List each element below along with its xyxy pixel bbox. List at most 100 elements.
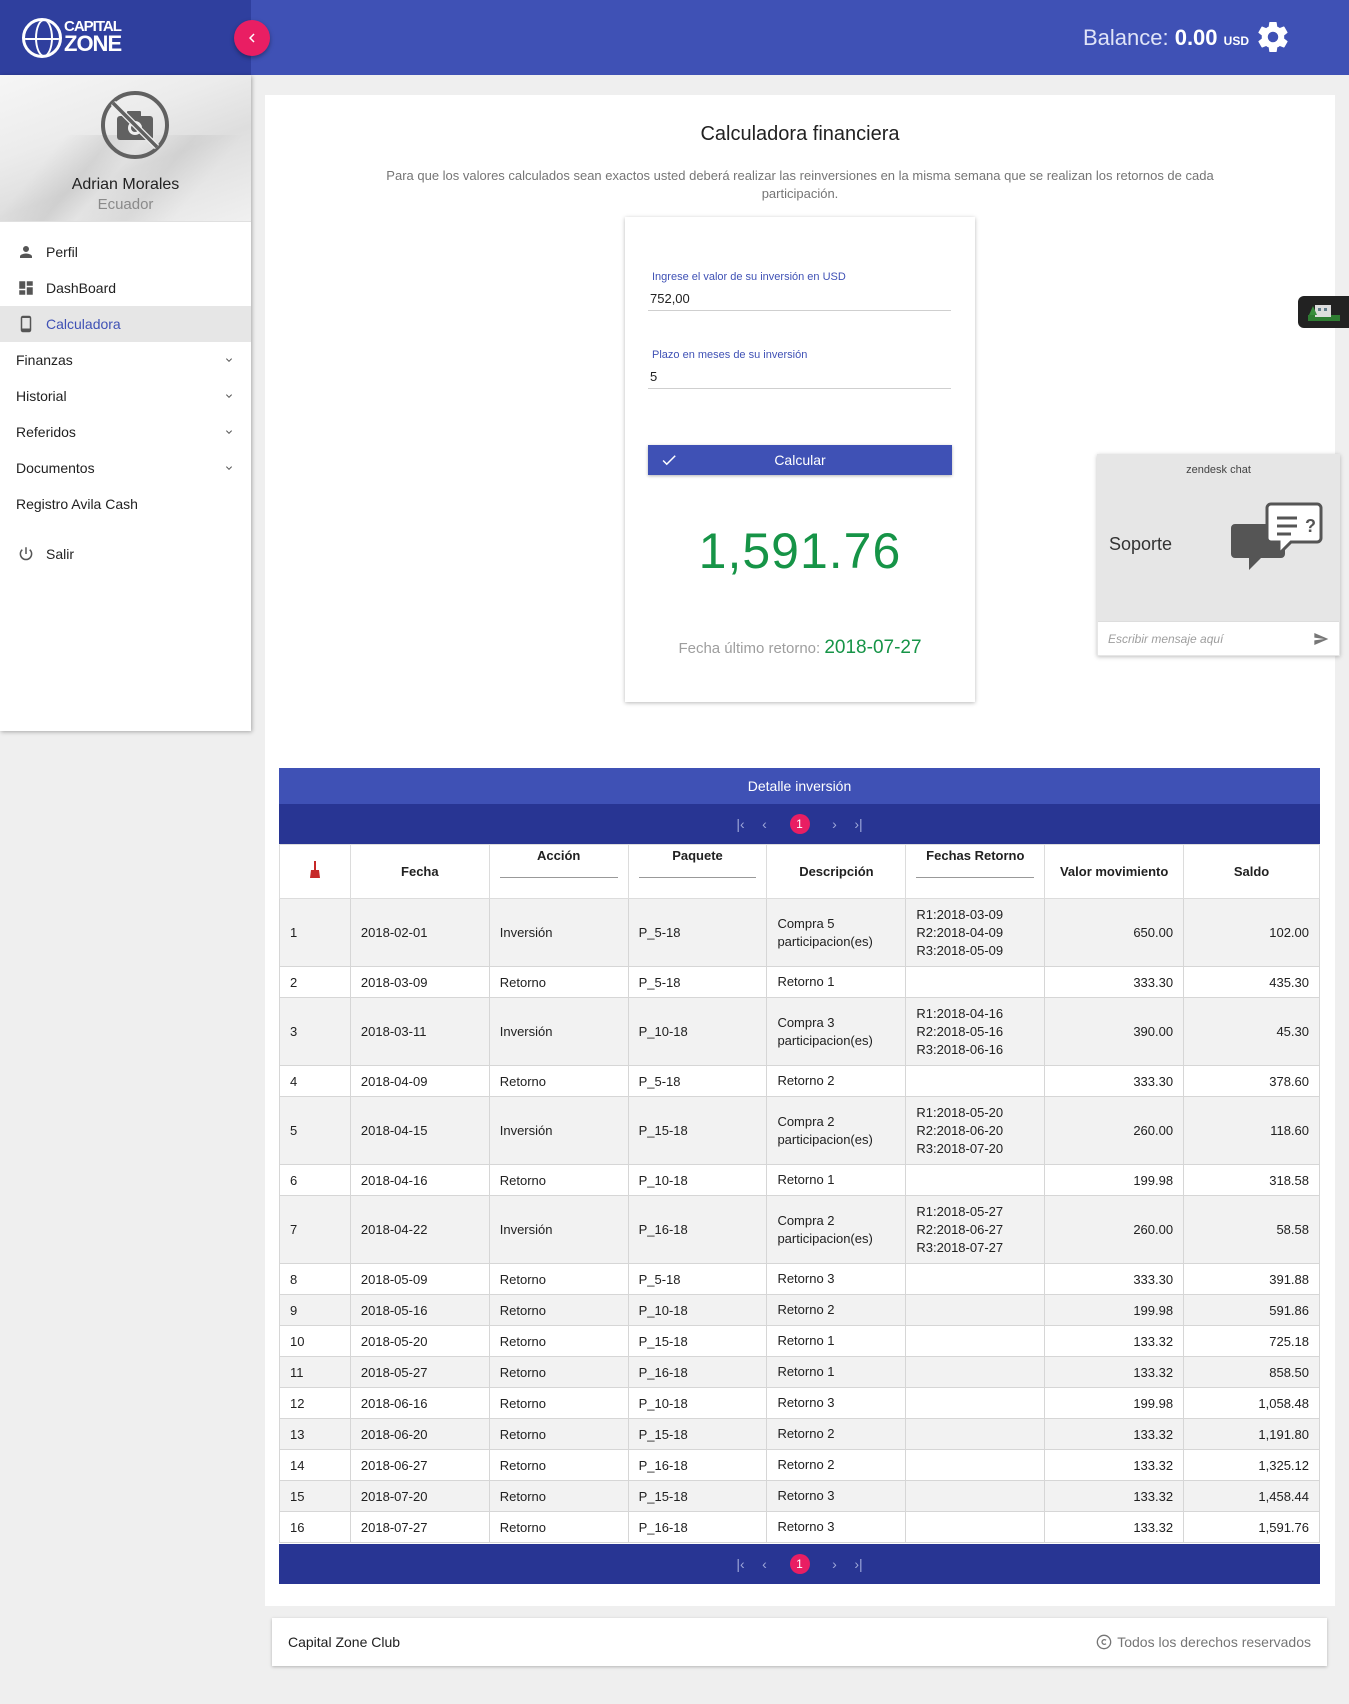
last-return-date: 2018-07-27 — [824, 637, 922, 658]
cell-accion: Inversión — [488, 1096, 629, 1165]
first-page-icon[interactable]: |‹ — [734, 1556, 748, 1572]
cell-fechas-retorno — [905, 1164, 1046, 1196]
cell-accion: Inversión — [488, 1195, 629, 1264]
row-number: 14 — [279, 1449, 351, 1481]
cell-paquete: P_10-18 — [627, 997, 768, 1066]
row-number: 7 — [279, 1195, 351, 1264]
sidebar: Adrian Morales Ecuador Perfil DashBoard … — [0, 75, 251, 731]
cell-descripcion: Retorno 3 — [766, 1263, 907, 1295]
nav-label-salir: Salir — [46, 546, 75, 562]
cell-fechas-retorno — [905, 1294, 1046, 1326]
calculator-note: Para que los valores calculados sean exa… — [386, 168, 1214, 201]
row-number: 8 — [279, 1263, 351, 1295]
term-input[interactable]: 5 — [648, 369, 951, 389]
nav-item-calculadora[interactable]: Calculadora — [0, 306, 251, 342]
cell-saldo: 1,458.44 — [1183, 1480, 1320, 1512]
cell-paquete: P_15-18 — [627, 1418, 768, 1450]
cell-accion: Retorno — [488, 1325, 629, 1357]
chat-input-placeholder: Escribir mensaje aquí — [1108, 632, 1224, 646]
cell-accion: Retorno — [488, 1511, 629, 1543]
table-row: 4 2018-04-09 Retorno P_5-18 Retorno 2 333.30 3… — [279, 1065, 1320, 1097]
cell-saldo: 1,591.76 — [1183, 1511, 1320, 1543]
table-row: 9 2018-05-16 Retorno P_10-18 Retorno 2 199.98… — [279, 1294, 1320, 1326]
investment-field[interactable]: Ingrese el valor de su inversión en USD … — [648, 271, 951, 311]
cell-fecha: 2018-05-20 — [349, 1325, 490, 1357]
investment-input[interactable]: 752,00 — [648, 291, 951, 311]
last-page-icon[interactable]: ›| — [852, 1556, 866, 1572]
current-page[interactable]: 1 — [789, 1554, 810, 1574]
cell-fecha: 2018-04-15 — [349, 1096, 490, 1165]
cell-fechas-retorno — [905, 1356, 1046, 1388]
nav-item-dashboard[interactable]: DashBoard — [0, 270, 251, 306]
cell-paquete: P_15-18 — [627, 1096, 768, 1165]
cell-fechas-retorno: R1:2018-04-16 R2:2018-05-16 R3:2018-06-1… — [905, 997, 1046, 1066]
nav-item-documentos[interactable]: Documentos — [0, 450, 251, 486]
nav-item-referidos[interactable]: Referidos — [0, 414, 251, 450]
chat-message-input[interactable]: Escribir mensaje aquí — [1098, 621, 1339, 655]
top-app-bar: CAPITAL ZONE Balance: 0.00 USD — [0, 0, 1349, 75]
logo-line2: ZONE — [64, 31, 122, 57]
table-row: 10 2018-05-20 Retorno P_15-18 Retorno 1 133.3… — [279, 1325, 1320, 1357]
nav-item-finanzas[interactable]: Finanzas — [0, 342, 251, 378]
nav-item-registro-avila-cash[interactable]: Registro Avila Cash — [0, 486, 251, 522]
nav-label-calculadora: Calculadora — [46, 316, 121, 332]
header-valor-movimiento[interactable]: Valor movimiento — [1044, 844, 1185, 899]
cell-saldo: 378.60 — [1183, 1065, 1320, 1097]
term-field[interactable]: Plazo en meses de su inversión 5 — [648, 349, 951, 389]
header-fecha[interactable]: Fecha — [349, 844, 490, 899]
nav-item-salir[interactable]: Salir — [0, 536, 251, 572]
send-icon[interactable] — [1313, 631, 1329, 647]
row-number: 12 — [279, 1387, 351, 1419]
collapse-sidebar-button[interactable] — [234, 20, 270, 56]
gear-icon[interactable] — [1255, 19, 1291, 55]
chat-brand: zendesk chat — [1186, 464, 1251, 476]
table-row: 13 2018-06-20 Retorno P_15-18 Retorno 2 133.3… — [279, 1418, 1320, 1450]
header-paquete[interactable]: Paquete — [627, 844, 768, 899]
chevron-down-icon — [226, 394, 232, 398]
chevron-down-icon — [226, 430, 232, 434]
cell-valor-movimiento: 333.30 — [1044, 966, 1185, 998]
cell-valor-movimiento: 333.30 — [1044, 1263, 1185, 1295]
row-number: 13 — [279, 1418, 351, 1450]
row-number: 16 — [279, 1511, 351, 1543]
cell-fechas-retorno — [905, 1511, 1046, 1543]
first-page-icon[interactable]: |‹ — [734, 816, 748, 832]
logo[interactable]: CAPITAL ZONE — [0, 0, 251, 75]
row-number: 9 — [279, 1294, 351, 1326]
nav-label-referidos: Referidos — [16, 424, 76, 440]
nav-item-perfil[interactable]: Perfil — [0, 234, 251, 270]
cell-valor-movimiento: 133.32 — [1044, 1449, 1185, 1481]
no-camera-icon[interactable] — [100, 90, 170, 160]
side-widget-tab[interactable] — [1298, 296, 1349, 328]
next-page-icon[interactable]: › — [828, 1556, 842, 1572]
header-fechas-retorno[interactable]: Fechas Retorno — [905, 844, 1046, 899]
next-page-icon[interactable]: › — [828, 816, 842, 832]
header-descripcion[interactable]: Descripción — [766, 844, 907, 899]
broom-icon[interactable] — [309, 861, 321, 879]
row-number: 6 — [279, 1164, 351, 1196]
last-page-icon[interactable]: ›| — [852, 816, 866, 832]
row-number: 5 — [279, 1096, 351, 1165]
current-page[interactable]: 1 — [789, 814, 810, 834]
clear-filter-header[interactable] — [279, 844, 351, 899]
cell-fechas-retorno: R1:2018-05-27 R2:2018-06-27 R3:2018-07-2… — [905, 1195, 1046, 1264]
cell-fecha: 2018-05-16 — [349, 1294, 490, 1326]
cell-fecha: 2018-03-11 — [349, 997, 490, 1066]
cell-saldo: 102.00 — [1183, 898, 1320, 967]
cell-descripcion: Retorno 2 — [766, 1449, 907, 1481]
cell-descripcion: Retorno 2 — [766, 1294, 907, 1326]
nav-item-historial[interactable]: Historial — [0, 378, 251, 414]
header-accion[interactable]: Acción — [488, 844, 629, 899]
chat-title: Soporte — [1109, 534, 1173, 554]
calculate-button[interactable]: Calcular — [648, 445, 952, 475]
table-row: 8 2018-05-09 Retorno P_5-18 Retorno 3 333.30 3… — [279, 1263, 1320, 1295]
cell-valor-movimiento: 133.32 — [1044, 1325, 1185, 1357]
cell-paquete: P_10-18 — [627, 1164, 768, 1196]
table-row: 3 2018-03-11 Inversión P_10-18 Compra 3 part… — [279, 997, 1320, 1066]
cell-accion: Retorno — [488, 1480, 629, 1512]
prev-page-icon[interactable]: ‹ — [758, 1556, 772, 1572]
prev-page-icon[interactable]: ‹ — [758, 816, 772, 832]
nav-label-documentos: Documentos — [16, 460, 95, 476]
header-saldo[interactable]: Saldo — [1183, 844, 1320, 899]
cell-accion: Retorno — [488, 1164, 629, 1196]
